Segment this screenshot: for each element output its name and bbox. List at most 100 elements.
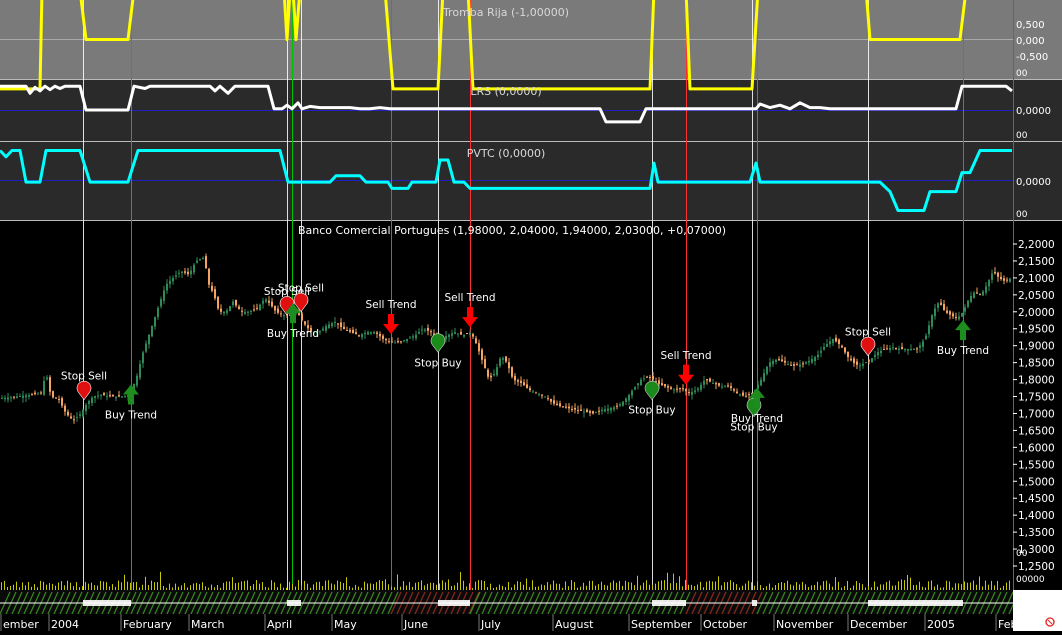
candle-body [13, 396, 15, 398]
candle-body [544, 396, 546, 398]
candle-body [781, 359, 783, 362]
volume-bar [928, 581, 929, 590]
x-tick-label: March [191, 618, 225, 631]
volume-bar [862, 584, 863, 590]
volume-bar [223, 582, 224, 590]
candle-body [448, 334, 450, 337]
volume-bar [202, 582, 203, 590]
candle-body [745, 395, 747, 397]
volume-bar [370, 583, 371, 590]
volume-bar [616, 582, 617, 590]
volume-bar [637, 575, 638, 590]
volume-bar [487, 587, 488, 590]
volume-bar [79, 587, 80, 590]
volume-bar [268, 587, 269, 590]
pvtc-corner: 00 [1016, 210, 1028, 220]
candle-body [862, 363, 864, 366]
volume-bar [625, 580, 626, 590]
volume-bar [901, 579, 902, 590]
volume-bar [967, 582, 968, 590]
candle-body [517, 380, 519, 382]
candle-body [733, 389, 735, 391]
y-tick-label: 1,4500 [1018, 493, 1055, 505]
volume-bar [355, 584, 356, 590]
candle-body [277, 308, 279, 313]
volume-bar [790, 584, 791, 590]
candle-body [148, 334, 150, 345]
volume-bar [88, 583, 89, 590]
x-tick-label: May [334, 618, 357, 631]
volume-bar [418, 582, 419, 590]
volume-bar [973, 580, 974, 590]
volume-bar [550, 584, 551, 590]
candle-body [811, 359, 813, 363]
candle-body [991, 273, 993, 280]
candle-body [184, 271, 186, 273]
volume-bar [430, 582, 431, 590]
volume-bar [10, 585, 11, 590]
volume-bar [13, 584, 14, 590]
candle-body [274, 306, 276, 311]
volume-bar [160, 571, 161, 590]
candle-body [640, 379, 642, 386]
volume-bar [286, 587, 287, 590]
volume-bar [796, 582, 797, 590]
volume-bar [1003, 585, 1004, 590]
y-tick-label: 2,0000 [1018, 307, 1055, 319]
candle-body [538, 393, 540, 395]
volume-bar [124, 574, 125, 590]
candle-body [301, 313, 303, 321]
candle-body [622, 401, 624, 406]
candle-body [550, 399, 552, 402]
volume-bar [601, 581, 602, 590]
candle-body [106, 395, 108, 397]
volume-bar [103, 581, 104, 590]
volume-bar [331, 583, 332, 590]
candle-body [898, 348, 900, 351]
candle-body [955, 316, 957, 319]
candle-body [379, 333, 381, 337]
volume-bar [502, 585, 503, 590]
volume-bar [700, 581, 701, 590]
volume-bar [544, 585, 545, 590]
volume-bar [271, 580, 272, 590]
volume-bar [655, 583, 656, 590]
volume-bar [1009, 580, 1010, 590]
candle-body [70, 416, 72, 419]
volume-bar [673, 573, 674, 590]
volume-bar [598, 584, 599, 590]
candle-body [1000, 276, 1002, 280]
y-tick-label: 1,7000 [1018, 408, 1055, 420]
signal-label: Stop Buy [414, 357, 461, 369]
candle-body [760, 379, 762, 386]
candle-body [283, 315, 285, 317]
candle-body [73, 419, 75, 421]
volume-bar [877, 586, 878, 590]
volume-bar [757, 581, 758, 590]
candle-body [484, 359, 486, 369]
candle-body [373, 332, 375, 334]
volume-bar [304, 580, 305, 590]
candle-body [259, 304, 261, 311]
candle-body [880, 350, 882, 354]
candle-body [910, 349, 912, 351]
y-tick-label: 1,5000 [1018, 476, 1055, 488]
volume-bar [412, 586, 413, 590]
candle-body [625, 398, 627, 403]
candle-body [916, 348, 918, 350]
volume-bar [832, 586, 833, 590]
pvtc-tick-0: 0,0000 [1016, 177, 1051, 188]
candle-body [208, 268, 210, 285]
candle-body [346, 329, 348, 331]
volume-bar [292, 583, 293, 590]
volume-bar [373, 583, 374, 590]
candle-body [31, 394, 33, 396]
volume-bar [178, 586, 179, 590]
volume-bar [640, 585, 641, 590]
candle-body [496, 367, 498, 376]
candle-body [727, 385, 729, 387]
volume-bar [979, 576, 980, 590]
volume-bar [508, 581, 509, 590]
volume-bar [7, 587, 8, 590]
candle-body [364, 332, 366, 335]
